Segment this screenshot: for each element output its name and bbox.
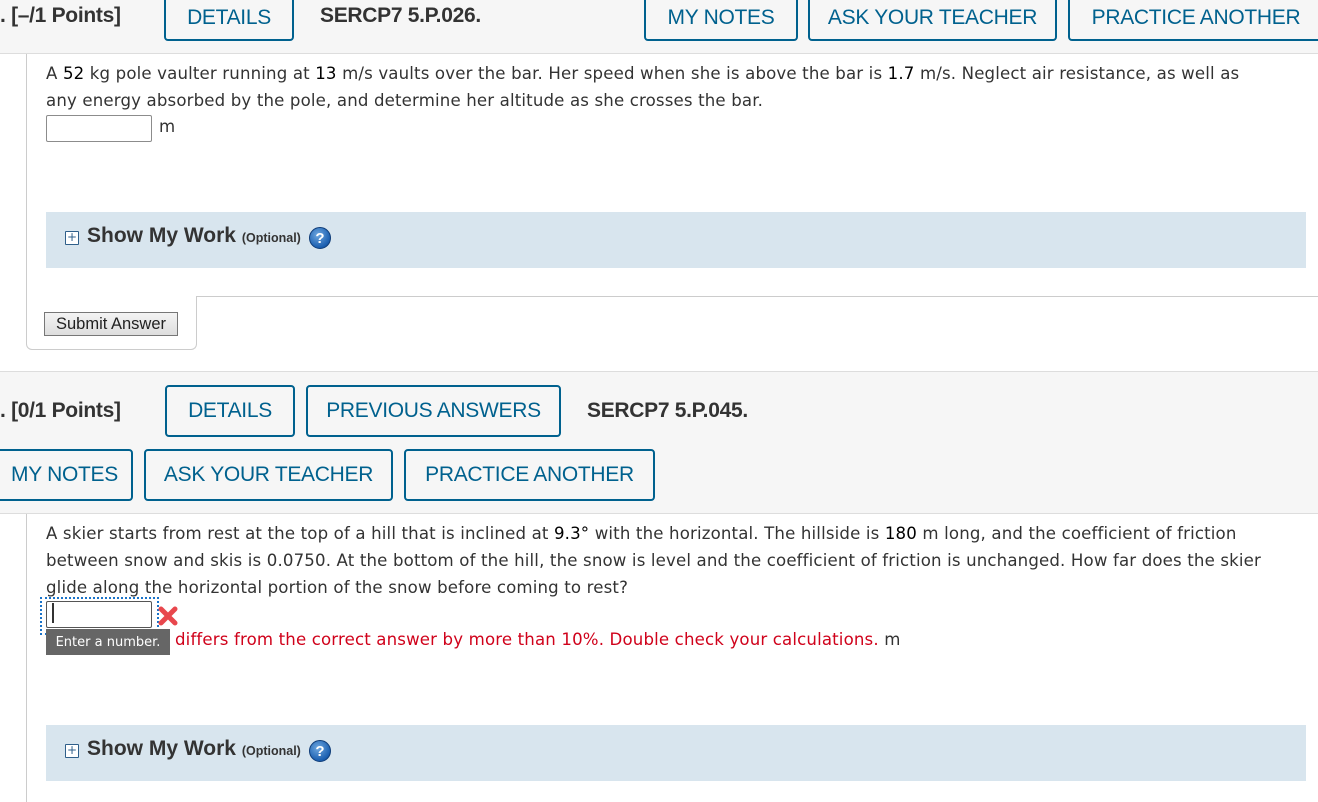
question-2-header: . [0/1 Points] DETAILS PREVIOUS ANSWERS … [0, 371, 1318, 514]
submit-answer-button[interactable]: Submit Answer [44, 312, 178, 336]
help-icon[interactable]: ? [309, 740, 331, 762]
question-1-text: A 52 kg pole vaulter running at 13 m/s v… [46, 64, 1240, 110]
expand-icon[interactable]: + [65, 231, 79, 245]
practice-another-button[interactable]: PRACTICE ANOTHER [1068, 0, 1318, 41]
text-cursor [52, 603, 54, 623]
question-rail [26, 514, 27, 802]
incorrect-icon [158, 606, 178, 626]
question-points: . [0/1 Points] [0, 399, 121, 422]
show-my-work-panel[interactable]: + Show My Work (Optional) ? [46, 725, 1306, 781]
question-1-header: . [–/1 Points] DETAILS SERCP7 5.P.026. M… [0, 0, 1318, 54]
length-value: 180 [884, 524, 917, 543]
show-my-work-title[interactable]: Show My Work (Optional) [87, 224, 301, 248]
angle-value: 9.3° [553, 524, 590, 543]
divider [196, 296, 1318, 297]
answer-feedback: differs from the correct answer by more … [175, 630, 901, 649]
answer-unit: m [159, 117, 176, 136]
answer-unit: m [884, 630, 901, 649]
practice-another-button[interactable]: PRACTICE ANOTHER [404, 449, 655, 501]
expand-icon[interactable]: + [65, 744, 79, 758]
ask-your-teacher-button[interactable]: ASK YOUR TEACHER [144, 449, 393, 501]
mass-value: 52 [62, 64, 85, 83]
my-notes-button[interactable]: MY NOTES [0, 449, 133, 501]
previous-answers-button[interactable]: PREVIOUS ANSWERS [306, 385, 561, 437]
question-points: . [–/1 Points] [0, 4, 121, 27]
ask-your-teacher-button[interactable]: ASK YOUR TEACHER [808, 0, 1057, 41]
question-2-text: A skier starts from rest at the top of a… [46, 524, 1262, 597]
speed-above-bar-value: 1.7 [887, 64, 915, 83]
show-my-work-panel[interactable]: + Show My Work (Optional) ? [46, 212, 1306, 268]
help-icon[interactable]: ? [309, 227, 331, 249]
question-code: SERCP7 5.P.045. [587, 399, 748, 422]
speed-value: 13 [315, 64, 337, 83]
question-code: SERCP7 5.P.026. [320, 4, 481, 27]
show-my-work-title[interactable]: Show My Work (Optional) [87, 737, 301, 761]
input-tooltip: Enter a number. [46, 629, 170, 655]
details-button[interactable]: DETAILS [165, 385, 295, 437]
answer-input[interactable] [46, 115, 152, 142]
my-notes-button[interactable]: MY NOTES [644, 0, 798, 41]
answer-input[interactable] [46, 601, 152, 628]
details-button[interactable]: DETAILS [164, 0, 294, 41]
